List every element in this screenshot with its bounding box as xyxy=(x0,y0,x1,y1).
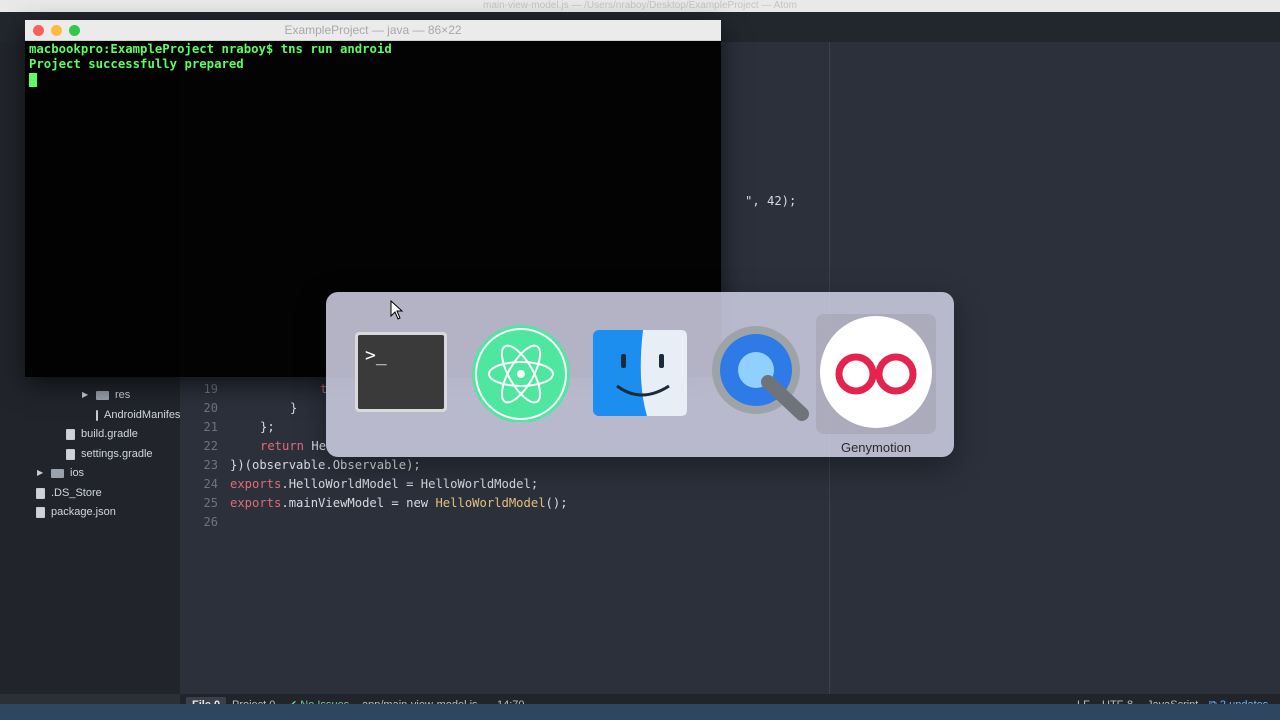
code-text: ", 42); xyxy=(745,194,797,208)
app-atom[interactable] xyxy=(469,322,573,423)
tree-item-label: build.gradle xyxy=(81,428,138,440)
code-text: (); xyxy=(545,496,568,510)
code-keyword: exports xyxy=(230,496,282,510)
finder-icon xyxy=(593,330,687,416)
file-icon xyxy=(66,428,75,440)
app-switcher: >_ Genymotion xyxy=(326,292,954,457)
code-keyword: exports xyxy=(230,477,282,491)
code-line: exports.mainViewModel = new HelloWorldMo… xyxy=(230,496,568,510)
tree-folder-ios[interactable]: ▶ ios xyxy=(37,464,84,482)
terminal-line: Project successfully prepared xyxy=(29,57,244,71)
code-line: }; xyxy=(260,420,275,434)
tree-item-label: ios xyxy=(70,467,85,479)
quicktime-icon xyxy=(712,326,809,421)
line-number: 26 xyxy=(203,515,218,529)
minimize-icon[interactable] xyxy=(51,25,62,36)
code-line: })(observable.Observable); xyxy=(230,458,421,472)
code-class: HelloWorldModel xyxy=(435,496,546,510)
line-number: 23 xyxy=(203,458,218,472)
tree-file-build-gradle[interactable]: build.gradle xyxy=(66,425,138,443)
chevron-right-icon: ▶ xyxy=(37,468,44,477)
close-icon[interactable] xyxy=(33,25,44,36)
tree-file-settings-gradle[interactable]: settings.gradle xyxy=(66,445,153,463)
code-line: } xyxy=(290,401,298,415)
code-text: .mainViewModel = new xyxy=(281,496,436,510)
code-line: return He xyxy=(260,439,326,453)
window-title: main-view-model.js — /Users/nraboy/Deskt… xyxy=(483,0,797,11)
file-icon xyxy=(36,487,45,499)
folder-icon xyxy=(51,468,64,478)
tree-item-label: settings.gradle xyxy=(81,448,153,460)
file-icon xyxy=(36,506,45,518)
selected-app-label: Genymotion xyxy=(840,440,912,455)
tree-folder-res[interactable]: ▶ res xyxy=(82,386,130,404)
file-icon xyxy=(96,409,98,421)
terminal-title-bar[interactable]: ExampleProject — java — 86×22 xyxy=(25,20,721,41)
terminal-output[interactable]: macbookpro:ExampleProject nraboy$ tns ru… xyxy=(29,42,392,87)
genymotion-icon xyxy=(820,316,932,428)
line-number: 24 xyxy=(203,477,218,491)
line-number: 22 xyxy=(203,439,218,453)
line-number: 19 xyxy=(203,382,218,396)
zoom-icon[interactable] xyxy=(69,25,80,36)
tree-item-label: res xyxy=(115,389,131,401)
tree-file-ds-store[interactable]: .DS_Store xyxy=(36,484,102,502)
terminal-cursor xyxy=(29,72,37,87)
app-finder[interactable] xyxy=(589,322,693,422)
atom-icon xyxy=(472,325,570,423)
svg-text:>_: >_ xyxy=(365,345,387,366)
tree-item-label: package.json xyxy=(51,506,116,518)
file-icon xyxy=(66,448,75,460)
tree-file-package-json[interactable]: package.json xyxy=(36,503,116,521)
terminal-cursor-line xyxy=(29,72,392,87)
tree-file-androidmanifest[interactable]: AndroidManifest.xml xyxy=(96,406,180,424)
app-genymotion[interactable] xyxy=(816,314,936,434)
terminal-line: macbookpro:ExampleProject nraboy$ tns ru… xyxy=(29,42,392,56)
line-number: 21 xyxy=(203,420,218,434)
tree-item-label: .DS_Store xyxy=(51,487,102,499)
line-number: 25 xyxy=(203,496,218,510)
tree-item-label: AndroidManifest.xml xyxy=(104,409,180,421)
folder-icon xyxy=(96,390,109,400)
code-keyword: return xyxy=(260,439,312,453)
chevron-right-icon: ▶ xyxy=(82,390,89,399)
app-terminal[interactable]: >_ xyxy=(349,322,453,422)
desktop-background xyxy=(0,704,1280,720)
code-line: exports.HelloWorldModel = HelloWorldMode… xyxy=(230,477,538,491)
menu-bar: main-view-model.js — /Users/nraboy/Deskt… xyxy=(0,0,1280,12)
terminal-icon: >_ xyxy=(355,332,447,412)
app-quicktime[interactable] xyxy=(706,322,810,422)
code-text: He xyxy=(311,439,327,453)
code-text: .HelloWorldModel = HelloWorldModel; xyxy=(281,477,539,491)
line-number: 20 xyxy=(203,401,218,415)
code-fragment: ", 42); xyxy=(745,194,796,208)
terminal-title: ExampleProject — java — 86×22 xyxy=(284,23,462,37)
cursor-pointer-icon xyxy=(390,300,404,320)
